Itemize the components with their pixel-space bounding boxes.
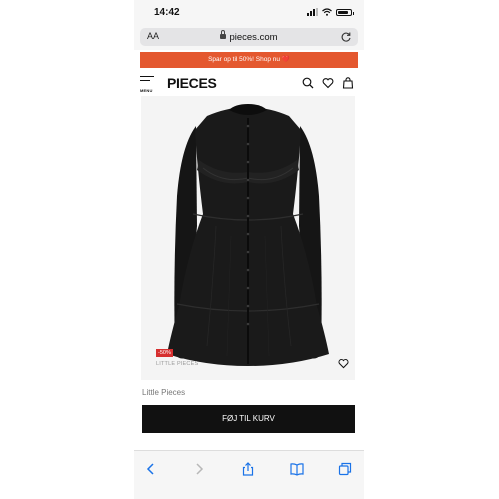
battery-level <box>338 10 349 14</box>
browser-address-area: AA pieces.com <box>134 24 364 50</box>
back-icon[interactable] <box>144 462 158 476</box>
promo-banner[interactable]: Spar op til 50%! Shop nu ❤️ <box>140 52 358 68</box>
brand-tag: LITTLE PIECES <box>156 361 199 367</box>
dress-image <box>167 104 329 367</box>
promo-text: Spar op til 50%! Shop nu <box>208 56 280 63</box>
address-bar[interactable]: AA pieces.com <box>140 28 358 46</box>
product-image[interactable]: -50% LITTLE PIECES <box>141 96 355 380</box>
bookmarks-icon[interactable] <box>290 462 304 476</box>
lock-icon <box>220 29 227 39</box>
url-text: pieces.com <box>229 32 278 43</box>
bag-icon[interactable] <box>342 77 354 89</box>
menu-label: MENU <box>140 88 153 93</box>
product-brand[interactable]: Little Pieces <box>142 388 185 397</box>
wishlist-heart-icon[interactable] <box>338 358 349 369</box>
browser-toolbar <box>134 450 364 499</box>
status-bar: 14:42 <box>134 0 364 24</box>
status-time: 14:42 <box>154 7 180 18</box>
wifi-icon <box>322 8 332 16</box>
reload-icon[interactable] <box>340 31 352 43</box>
share-icon[interactable] <box>241 462 255 476</box>
heart-emoji: ❤️ <box>281 56 290 63</box>
tabs-icon[interactable] <box>338 462 352 476</box>
menu-button[interactable]: MENU <box>140 76 156 94</box>
battery-icon <box>336 8 354 16</box>
phone-screen: 14:42 AA pieces.com Spar op til 50%! Sho… <box>134 0 364 499</box>
site-logo[interactable]: PIECES <box>167 75 217 91</box>
site-header: MENU PIECES <box>134 70 364 96</box>
signal-icon <box>307 8 318 16</box>
search-icon[interactable] <box>302 77 314 89</box>
status-icons <box>307 7 354 17</box>
url-display[interactable]: pieces.com <box>140 29 358 43</box>
discount-badge: -50% <box>156 349 173 357</box>
forward-icon[interactable] <box>192 462 206 476</box>
heart-icon[interactable] <box>322 77 334 89</box>
add-to-cart-button[interactable]: FØJ TIL KURV <box>142 405 355 433</box>
